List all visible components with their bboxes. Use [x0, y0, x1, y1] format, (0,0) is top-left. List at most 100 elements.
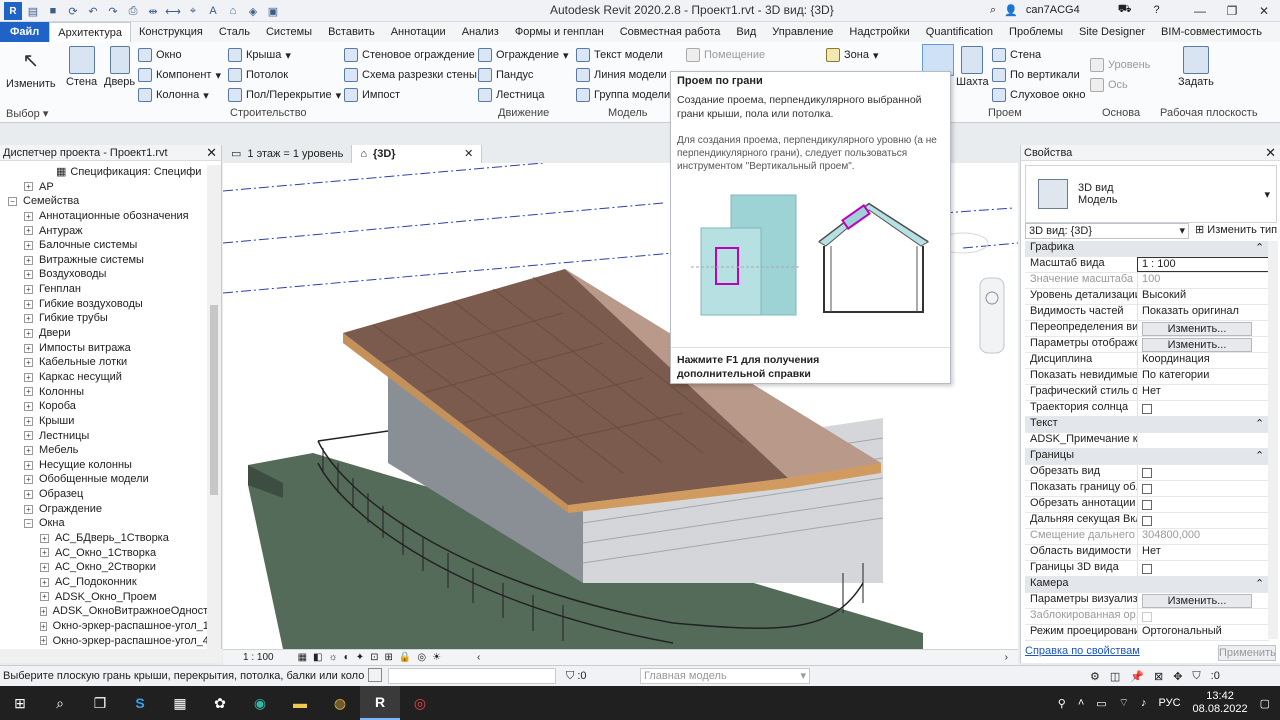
railing-button[interactable]: Ограждение ▾ — [478, 45, 569, 65]
expand-icon[interactable]: + — [24, 284, 33, 294]
property-value[interactable]: Координация — [1137, 353, 1269, 368]
roof-button[interactable]: Крыша ▾ — [228, 45, 341, 65]
chevron-left-icon[interactable]: ‹ — [477, 652, 480, 663]
tree-item[interactable]: + Каркас несущий — [0, 370, 207, 385]
expand-icon[interactable]: + — [24, 299, 33, 309]
property-value[interactable] — [1137, 561, 1269, 576]
calculator-icon[interactable]: ▦ — [160, 686, 200, 720]
model-text-button[interactable]: Текст модели — [576, 45, 680, 65]
tree-item[interactable]: + Образец — [0, 487, 207, 502]
workset-field[interactable] — [388, 668, 556, 684]
expand-icon[interactable]: + — [24, 402, 33, 412]
tree-item[interactable]: + Импосты витража — [0, 341, 207, 356]
tree-item[interactable]: + АС_Окно_1Створка — [0, 546, 207, 561]
binoculars-icon[interactable]: ⌕ — [990, 4, 996, 17]
tree-item[interactable]: + Мебель — [0, 443, 207, 458]
property-group[interactable]: Текст ⌃ — [1025, 417, 1269, 433]
expand-icon[interactable]: + — [40, 636, 47, 646]
tab-13[interactable]: Quantification — [918, 22, 1001, 42]
language-indicator[interactable]: РУС — [1159, 697, 1181, 709]
level-button[interactable]: Уровень — [1090, 55, 1150, 75]
tab-11[interactable]: Управление — [764, 22, 841, 42]
windows-start-icon[interactable]: ⊞ — [0, 686, 40, 720]
expand-icon[interactable]: + — [24, 241, 33, 251]
user-name[interactable]: can7ACG4 — [1026, 4, 1080, 16]
model-line-button[interactable]: Линия модели — [576, 65, 680, 85]
select-underlay-icon[interactable]: ◫ — [1110, 670, 1120, 683]
expand-icon[interactable]: + — [24, 460, 33, 470]
chevron-right-icon[interactable]: › — [1005, 652, 1008, 663]
expand-icon[interactable]: + — [24, 211, 33, 221]
user-icon[interactable]: 👤 — [1004, 4, 1018, 17]
close-icon[interactable]: ✕ — [464, 145, 473, 163]
set-workplane-button[interactable]: Задать — [1178, 46, 1214, 88]
edge-icon[interactable]: ◉ — [240, 686, 280, 720]
property-edit-button[interactable]: Изменить... — [1142, 594, 1252, 608]
property-group[interactable]: Камера ⌃ — [1025, 577, 1269, 593]
expand-icon[interactable]: + — [24, 416, 33, 426]
property-value[interactable]: Изменить... — [1137, 321, 1269, 336]
expand-icon[interactable]: + — [40, 621, 47, 631]
tree-item[interactable]: + АР — [0, 180, 207, 195]
print-icon[interactable]: ⎙ — [124, 2, 142, 20]
property-checkbox[interactable] — [1142, 404, 1152, 414]
reveal-hidden-icon[interactable]: ☀ — [432, 652, 441, 663]
column-button[interactable]: Колонна ▾ — [138, 85, 221, 105]
visual-style-icon[interactable]: ◧ — [313, 652, 322, 663]
temp-hide-icon[interactable]: ◎ — [417, 652, 426, 663]
property-value[interactable]: Нет — [1137, 545, 1269, 560]
browser-hscrollbar[interactable] — [0, 649, 222, 663]
property-value[interactable]: 100 — [1137, 273, 1269, 288]
wall-opening-button[interactable]: Стена — [992, 45, 1086, 65]
cart-icon[interactable]: ⛟ — [1118, 3, 1132, 17]
model-group-button[interactable]: Группа модели ▾ — [576, 85, 680, 105]
expand-icon[interactable]: + — [24, 387, 33, 397]
property-checkbox[interactable] — [1142, 612, 1152, 622]
view-scale[interactable]: 1 : 100 — [243, 652, 274, 663]
chrome-icon[interactable]: ◍ — [320, 686, 360, 720]
tree-item[interactable]: + Гибкие трубы — [0, 311, 207, 326]
minimize-button[interactable]: — — [1184, 0, 1216, 22]
filter-icon[interactable]: ⛉ — [566, 670, 574, 682]
expand-icon[interactable]: + — [40, 533, 49, 543]
edit-type-button[interactable]: ⊞ Изменить тип — [1195, 223, 1277, 236]
tree-item[interactable]: + Несущие колонны — [0, 458, 207, 473]
close-icon[interactable]: ✕ — [206, 145, 217, 161]
property-value[interactable]: Ортогональный — [1137, 625, 1269, 640]
expand-icon[interactable]: + — [40, 607, 47, 617]
expand-icon[interactable]: + — [40, 577, 49, 587]
volume-icon[interactable]: ♪ — [1141, 697, 1147, 709]
property-edit-button[interactable]: Изменить... — [1142, 338, 1252, 352]
tree-item[interactable]: + Кабельные лотки — [0, 355, 207, 370]
collapse-icon[interactable]: ⌃ — [1255, 417, 1264, 432]
tag-icon[interactable]: ⌖ — [184, 2, 202, 20]
tree-item[interactable]: + Воздуховоды — [0, 267, 207, 282]
property-checkbox[interactable] — [1142, 516, 1152, 526]
lock-view-icon[interactable]: 🔒 — [399, 652, 411, 663]
file-explorer-icon[interactable]: ▬ — [280, 686, 320, 720]
modify-button[interactable]: ↖ Изменить — [6, 48, 56, 90]
expand-icon[interactable]: + — [24, 445, 33, 455]
tree-item[interactable]: ▦ Спецификация: Специфи — [0, 165, 207, 180]
design-option-field[interactable]: Главная модель ▾ — [640, 668, 810, 684]
notifications-icon[interactable]: ▢ — [1260, 697, 1270, 710]
property-group[interactable]: Границы ⌃ — [1025, 449, 1269, 465]
property-checkbox[interactable] — [1142, 564, 1152, 574]
tab-16[interactable]: BIM-совместимость — [1153, 22, 1270, 42]
help-icon[interactable]: ? — [1154, 4, 1160, 16]
collapse-icon[interactable]: ⌃ — [1255, 577, 1264, 592]
search-icon[interactable]: ⌕ — [40, 686, 80, 720]
area-button[interactable]: Зона ▾ — [826, 45, 879, 65]
tree-item[interactable]: + Двери — [0, 326, 207, 341]
expand-icon[interactable]: + — [24, 328, 33, 338]
tab-8[interactable]: Формы и генплан — [507, 22, 612, 42]
close-button[interactable]: ✕ — [1248, 0, 1280, 22]
tab-9[interactable]: Совместная работа — [612, 22, 729, 42]
expand-icon[interactable]: + — [24, 255, 33, 265]
property-checkbox[interactable] — [1142, 468, 1152, 478]
people-icon[interactable]: ⚲ — [1058, 697, 1066, 710]
room-button[interactable]: Помещение — [686, 45, 765, 65]
recorder-icon[interactable]: ◎ — [400, 686, 440, 720]
dimension-icon[interactable]: ⟷ — [164, 2, 182, 20]
window-button[interactable]: Окно — [138, 45, 221, 65]
